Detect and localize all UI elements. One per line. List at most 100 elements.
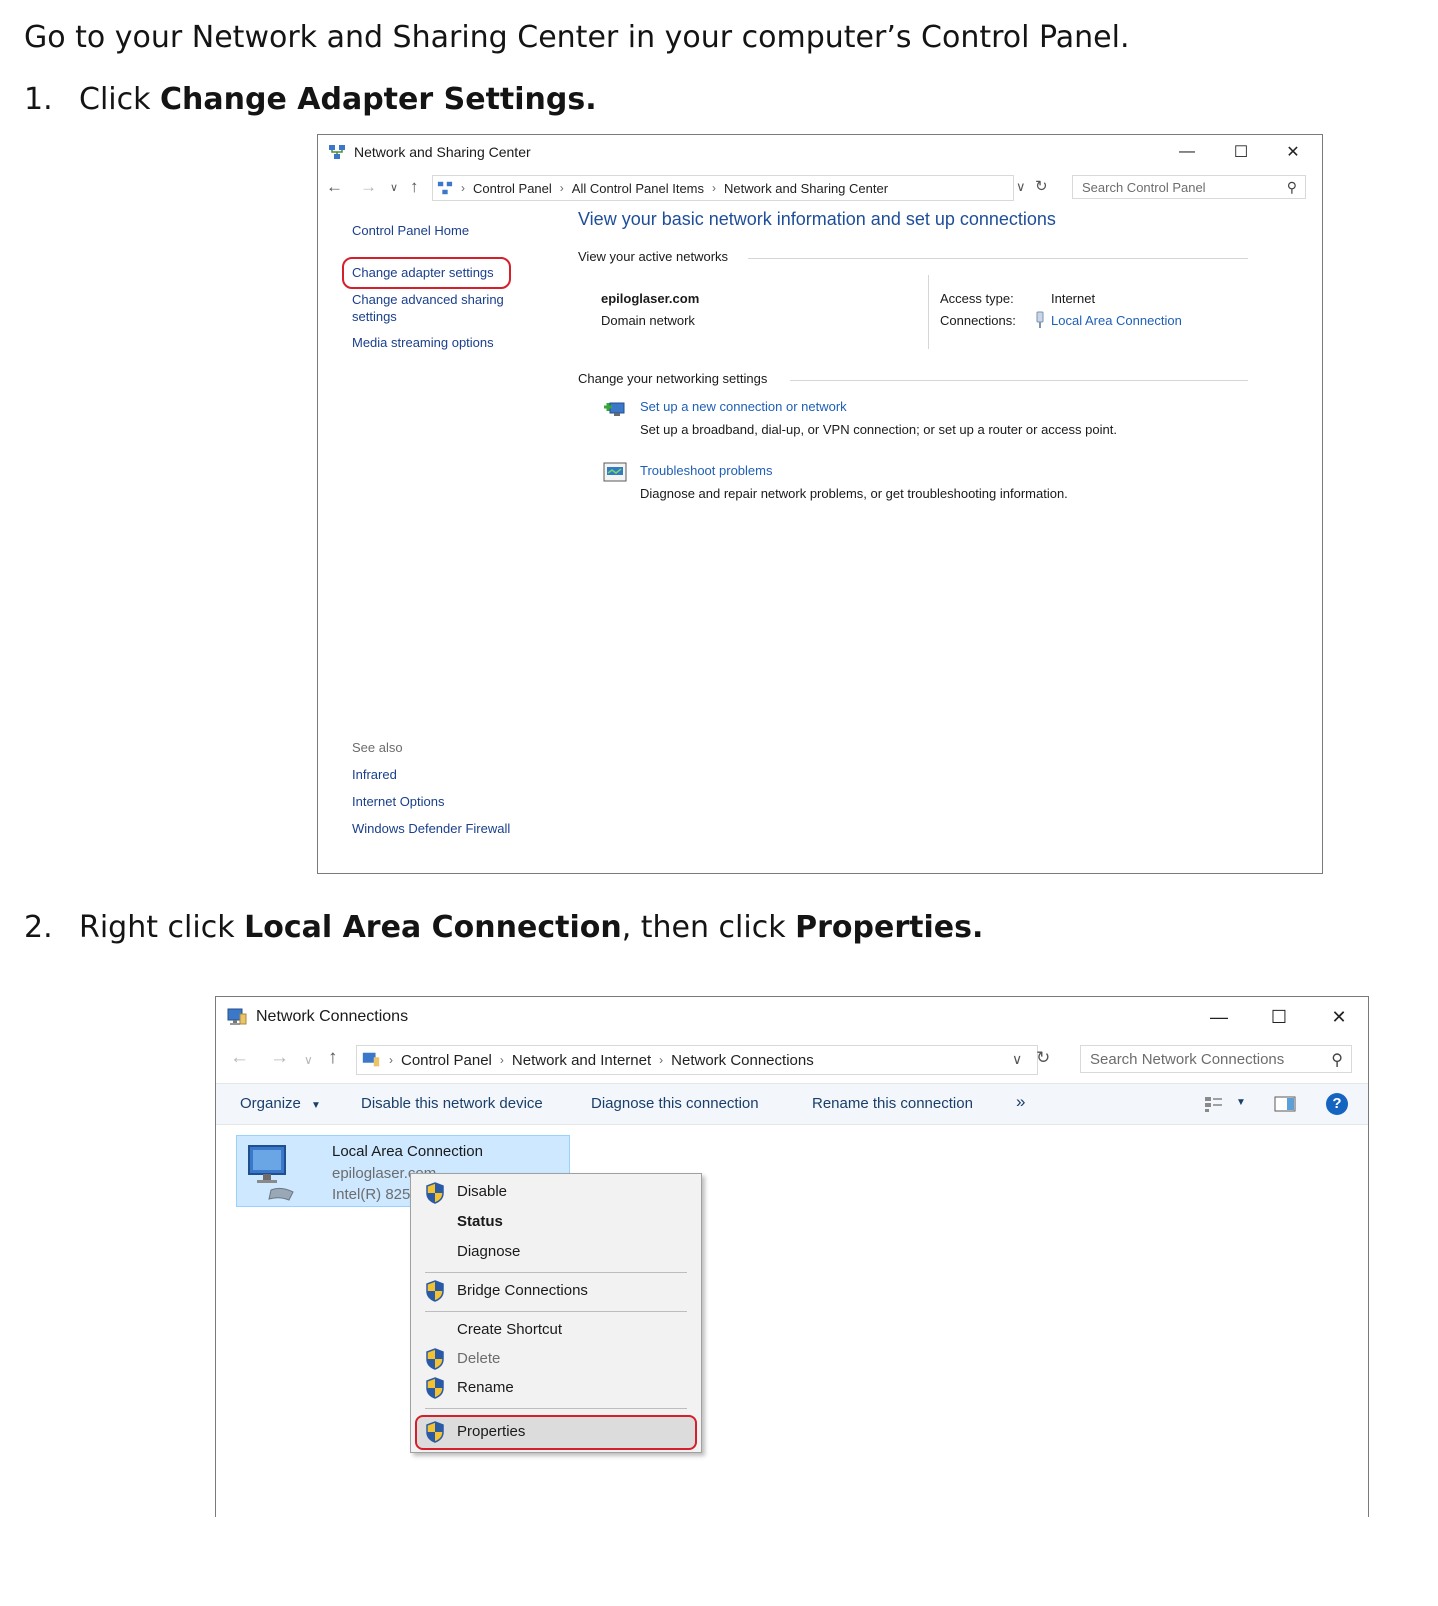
address-dropdown-icon[interactable]: ∨ [1016, 179, 1026, 195]
address-network-icon [437, 180, 453, 196]
menu-item-rename[interactable]: Rename [457, 1379, 514, 1396]
breadcrumb-network-internet[interactable]: Network and Internet [512, 1052, 651, 1069]
breadcrumb-all-items[interactable]: All Control Panel Items [572, 181, 704, 196]
address-bar[interactable]: › Control Panel › Network and Internet ›… [356, 1045, 1038, 1075]
refresh-icon[interactable]: ↻ [1035, 177, 1048, 195]
close-button[interactable]: ✕ [1316, 997, 1362, 1037]
organize-label: Organize [240, 1095, 301, 1112]
step-1-bold: Change Adapter Settings. [160, 82, 597, 117]
setup-connection-icon [602, 397, 628, 423]
recent-dropdown-icon[interactable]: ∨ [390, 181, 398, 194]
recent-dropdown-icon[interactable]: ∨ [304, 1053, 313, 1067]
breadcrumb-control-panel[interactable]: Control Panel [401, 1052, 492, 1069]
uac-shield-icon [425, 1280, 445, 1302]
network-name: epiloglaser.com [601, 291, 700, 306]
vertical-divider [928, 275, 929, 349]
network-icon [328, 143, 346, 161]
setup-connection-link[interactable]: Set up a new connection or network [640, 399, 847, 414]
back-arrow-icon[interactable]: ← [230, 1047, 249, 1069]
menu-item-diagnose[interactable]: Diagnose [457, 1243, 520, 1260]
access-type-value: Internet [1051, 291, 1096, 306]
ethernet-icon [1035, 311, 1045, 329]
menu-separator [425, 1408, 687, 1409]
address-bar[interactable]: › Control Panel › All Control Panel Item… [432, 175, 1014, 201]
step-2-text: Right click Local Area Connection, then … [79, 910, 983, 945]
troubleshoot-link[interactable]: Troubleshoot problems [640, 463, 772, 478]
address-dropdown-icon[interactable]: ∨ [1012, 1051, 1022, 1068]
uac-shield-icon [425, 1182, 445, 1204]
menu-item-properties[interactable]: Properties [457, 1423, 525, 1440]
disable-device-button[interactable]: Disable this network device [361, 1095, 543, 1112]
minimize-button[interactable]: — [1164, 135, 1210, 169]
menu-separator [425, 1311, 687, 1312]
firewall-link[interactable]: Windows Defender Firewall [352, 821, 510, 836]
breadcrumb-control-panel[interactable]: Control Panel [473, 181, 552, 196]
intro-text: Go to your Network and Sharing Center in… [24, 20, 1130, 55]
forward-arrow-icon[interactable]: → [360, 177, 377, 197]
window-title: Network and Sharing Center [354, 144, 531, 160]
breadcrumb-current[interactable]: Network and Sharing Center [724, 181, 888, 196]
up-arrow-icon[interactable]: ↑ [410, 177, 419, 197]
page-title: View your basic network information and … [578, 209, 1056, 229]
control-panel-home-link[interactable]: Control Panel Home [352, 223, 469, 238]
maximize-button[interactable]: ☐ [1256, 997, 1302, 1037]
internet-options-link[interactable]: Internet Options [352, 794, 445, 809]
forward-arrow-icon[interactable]: → [270, 1047, 289, 1069]
network-adapter-icon [243, 1140, 299, 1202]
change-advanced-sharing-link[interactable]: Change advanced sharing [352, 292, 504, 307]
preview-pane-icon[interactable] [1274, 1095, 1296, 1113]
search-icon[interactable]: ⚲ [1287, 179, 1297, 196]
media-streaming-link[interactable]: Media streaming options [352, 335, 494, 350]
rename-connection-button[interactable]: Rename this connection [812, 1095, 973, 1112]
search-input[interactable]: Search Control Panel ⚲ [1072, 175, 1306, 199]
address-row: ← → ∨ ↑ › Control Panel › Network and In… [216, 1043, 1368, 1077]
search-icon[interactable]: ⚲ [1331, 1050, 1343, 1070]
uac-shield-icon [425, 1377, 445, 1399]
section-divider [790, 380, 1248, 381]
breadcrumb-separator-icon: › [559, 181, 564, 195]
breadcrumb-separator-icon: › [712, 181, 717, 195]
change-advanced-sharing-link-cont[interactable]: settings [352, 309, 397, 324]
up-arrow-icon[interactable]: ↑ [328, 1047, 338, 1069]
search-input[interactable]: Search Network Connections ⚲ [1080, 1045, 1352, 1073]
maximize-button[interactable]: ☐ [1218, 135, 1264, 169]
menu-item-disable[interactable]: Disable [457, 1183, 507, 1200]
step-2-middle: , then click [621, 910, 796, 945]
menu-item-status[interactable]: Status [457, 1213, 503, 1230]
menu-item-bridge[interactable]: Bridge Connections [457, 1282, 588, 1299]
step-1-prefix: Click [79, 82, 161, 117]
close-button[interactable]: ✕ [1270, 135, 1316, 169]
network-type: Domain network [601, 313, 695, 328]
local-area-connection-link[interactable]: Local Area Connection [1051, 313, 1182, 328]
menu-item-create-shortcut[interactable]: Create Shortcut [457, 1321, 562, 1338]
view-options-icon[interactable] [1204, 1095, 1224, 1113]
minimize-button[interactable]: — [1196, 997, 1242, 1037]
change-settings-label: Change your networking settings [578, 371, 768, 386]
organize-dropdown-icon: ▼ [311, 1100, 321, 1111]
troubleshoot-icon [602, 461, 628, 485]
help-icon[interactable]: ? [1326, 1093, 1348, 1115]
more-commands-button[interactable]: » [1016, 1092, 1025, 1112]
menu-separator [425, 1272, 687, 1273]
organize-menu[interactable]: Organize ▼ [240, 1095, 321, 1112]
infrared-link[interactable]: Infrared [352, 767, 397, 782]
step-2-bold-1: Local Area Connection [244, 910, 622, 945]
refresh-icon[interactable]: ↻ [1036, 1048, 1050, 1068]
command-toolbar: Organize ▼ Disable this network device D… [216, 1083, 1368, 1125]
change-adapter-settings-link[interactable]: Change adapter settings [352, 265, 494, 280]
breadcrumb-separator-icon: › [389, 1053, 393, 1067]
diagnose-connection-button[interactable]: Diagnose this connection [591, 1095, 759, 1112]
connections-label: Connections: [940, 313, 1016, 328]
step-2-number: 2. [24, 910, 53, 945]
step-2-bold-2: Properties. [795, 910, 984, 945]
breadcrumb-separator-icon: › [499, 1053, 504, 1067]
uac-shield-icon [425, 1421, 445, 1443]
search-placeholder: Search Control Panel [1082, 179, 1206, 195]
address-row: ← → ∨ ↑ › Control Panel › All Control Pa… [318, 173, 1322, 203]
setup-connection-description: Set up a broadband, dial-up, or VPN conn… [640, 422, 1117, 437]
menu-item-delete[interactable]: Delete [457, 1350, 500, 1367]
view-dropdown-icon[interactable]: ▼ [1236, 1097, 1246, 1108]
back-arrow-icon[interactable]: ← [326, 177, 343, 197]
address-connections-icon [361, 1050, 381, 1070]
breadcrumb-current[interactable]: Network Connections [671, 1052, 814, 1069]
